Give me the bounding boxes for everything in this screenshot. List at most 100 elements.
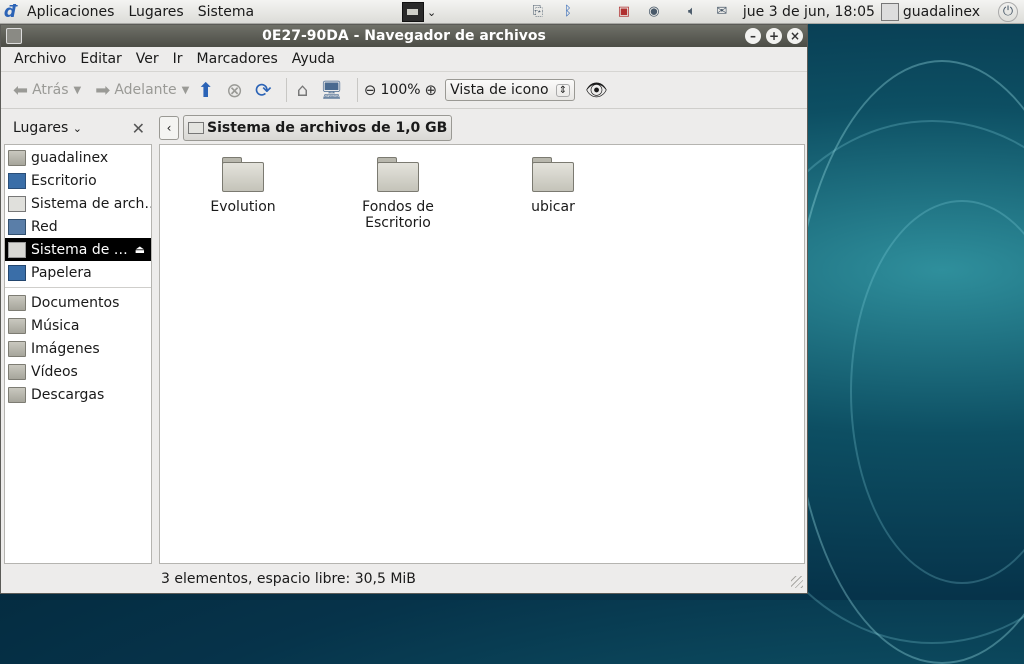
places-sidebar: guadalinex Escritorio Sistema de arch… R… [4, 144, 152, 564]
sidebar-item-musica[interactable]: Música [5, 314, 151, 337]
folder-icon [8, 363, 26, 380]
chevron-down-icon[interactable]: ⌄ [427, 6, 436, 19]
sidebar-separator [5, 287, 151, 288]
forward-button[interactable]: ➡ Adelante ▼ [91, 76, 193, 104]
search-button[interactable]: 👁︎ [581, 76, 616, 104]
zoom-level[interactable]: 100% [381, 82, 421, 98]
mail-icon[interactable]: ✉ [711, 3, 733, 21]
sidebar-item-removable-drive[interactable]: Sistema de … ⏏ [5, 238, 151, 261]
home-folder-icon: ⌂ [296, 79, 309, 101]
power-icon[interactable]: ⏻ [998, 1, 1018, 22]
chevron-down-icon[interactable]: ▼ [182, 85, 190, 96]
sidebar-item-descargas[interactable]: Descargas [5, 383, 151, 406]
eject-icon[interactable]: ⏏ [135, 243, 145, 256]
menubar: Archivo Editar Ver Ir Marcadores Ayuda [1, 47, 807, 72]
sidebar-item-label: guadalinex [31, 149, 109, 166]
close-icon[interactable]: × [787, 28, 803, 44]
user-name[interactable]: guadalinex [903, 4, 980, 20]
computer-icon: 🖥︎ [320, 79, 343, 101]
file-item[interactable]: Evolution [173, 145, 313, 215]
forward-label: Adelante [114, 82, 177, 98]
binoculars-icon: 👁︎ [585, 79, 608, 101]
clock[interactable]: jue 3 de jun, 18:05 [743, 4, 875, 20]
drive-applet[interactable]: ⌄ [402, 2, 440, 22]
computer-button[interactable]: 🖥︎ [316, 76, 351, 104]
sidebar-item-label: Vídeos [31, 363, 78, 380]
menu-ir[interactable]: Ir [166, 51, 190, 67]
menu-editar[interactable]: Editar [73, 51, 128, 67]
sidebar-item-label: Sistema de … [31, 241, 128, 258]
menu-aplicaciones[interactable]: Aplicaciones [20, 4, 121, 20]
toolbar-separator [285, 78, 287, 102]
chevron-updown-icon: ⇕ [555, 83, 571, 97]
status-text: 3 elementos, espacio libre: 30,5 MiB [161, 571, 416, 587]
menu-ayuda[interactable]: Ayuda [285, 51, 342, 67]
menu-archivo[interactable]: Archivo [7, 51, 73, 67]
toolbar: ⬅ Atrás ▼ ➡ Adelante ▼ ⬆ ⊗ ⟳ ⌂ 🖥︎ ⊖ 100% [1, 72, 807, 109]
status-bar: 3 elementos, espacio libre: 30,5 MiB [1, 567, 807, 591]
zoom-out-icon[interactable]: ⊖ [364, 81, 377, 99]
window-title: 0E27-90DA - Navegador de archivos [262, 28, 546, 44]
window-titlebar[interactable]: 0E27-90DA - Navegador de archivos – + × [1, 25, 807, 47]
path-back-button[interactable]: ‹ [159, 116, 179, 140]
top-panel: đ Aplicaciones Lugares Sistema ⌄ ⎘ ᛒ ▣ ◉… [0, 0, 1024, 24]
folder-icon [8, 317, 26, 334]
file-item[interactable]: ubicar [483, 145, 623, 215]
menu-marcadores[interactable]: Marcadores [190, 51, 285, 67]
maximize-icon[interactable]: + [766, 28, 782, 44]
minimize-icon[interactable]: – [745, 28, 761, 44]
file-item[interactable]: Fondos de Escritorio [328, 145, 468, 231]
reload-button[interactable]: ⟳ [251, 76, 280, 104]
home-folder-icon [8, 149, 26, 166]
toolbar-separator [356, 78, 358, 102]
zoom-in-icon[interactable]: ⊕ [425, 81, 438, 99]
path-label: Sistema de archivos de 1,0 GB [207, 120, 448, 136]
sidebar-item-label: Música [31, 317, 80, 334]
bluetooth-icon[interactable]: ᛒ [557, 3, 579, 21]
sidebar-item-escritorio[interactable]: Escritorio [5, 169, 151, 192]
icon-view[interactable]: Evolution Fondos de Escritorio ubicar [159, 144, 805, 564]
chevron-down-icon: ⌄ [72, 122, 82, 135]
back-arrow-icon: ⬅ [13, 79, 29, 101]
folder-icon [8, 294, 26, 311]
drive-icon [188, 122, 204, 134]
volume-icon[interactable]: 🔈︎ [681, 3, 703, 21]
reload-icon: ⟳ [254, 78, 272, 102]
network-status-icon[interactable]: ▣ [613, 3, 635, 21]
home-button[interactable]: ⌂ [293, 76, 316, 104]
up-button[interactable]: ⬆ [193, 76, 222, 104]
chevron-down-icon[interactable]: ▼ [74, 85, 82, 96]
sidebar-item-label: Red [31, 218, 58, 235]
stop-button[interactable]: ⊗ [222, 76, 251, 104]
sidebar-item-imagenes[interactable]: Imágenes [5, 337, 151, 360]
file-item-label: Fondos de Escritorio [362, 199, 434, 231]
path-button[interactable]: Sistema de archivos de 1,0 GB [183, 115, 453, 141]
resize-grip[interactable] [791, 576, 803, 588]
drive-icon[interactable] [402, 2, 424, 22]
up-arrow-icon: ⬆ [197, 78, 215, 102]
sidebar-title-label: Lugares [13, 120, 69, 136]
sidebar-item-papelera[interactable]: Papelera [5, 261, 151, 284]
menu-ver[interactable]: Ver [129, 51, 166, 67]
sidebar-item-red[interactable]: Red [5, 215, 151, 238]
disk-monitor-icon[interactable]: ◉ [643, 3, 665, 21]
menu-lugares[interactable]: Lugares [121, 4, 190, 20]
view-mode-select[interactable]: Vista de icono ⇕ [445, 79, 576, 101]
menu-sistema[interactable]: Sistema [191, 4, 261, 20]
file-item-label: ubicar [531, 199, 575, 215]
zoom-control: ⊖ 100% ⊕ [364, 81, 437, 99]
sidebar-item-videos[interactable]: Vídeos [5, 360, 151, 383]
guadalinex-logo-icon[interactable]: đ [0, 2, 20, 22]
sidebar-header: Lugares ⌄ ✕ [1, 119, 153, 138]
back-button[interactable]: ⬅ Atrás ▼ [9, 76, 85, 104]
sidebar-item-filesystem[interactable]: Sistema de arch… [5, 192, 151, 215]
sidebar-title[interactable]: Lugares ⌄ [13, 120, 82, 136]
view-mode-value: Vista de icono [450, 82, 549, 98]
network-icon [8, 218, 26, 235]
close-sidebar-icon[interactable]: ✕ [132, 119, 145, 138]
folder-icon [377, 157, 419, 192]
usb-icon[interactable]: ⎘ [527, 3, 549, 21]
sidebar-item-guadalinex[interactable]: guadalinex [5, 146, 151, 169]
stop-icon: ⊗ [226, 78, 243, 102]
sidebar-item-documentos[interactable]: Documentos [5, 291, 151, 314]
